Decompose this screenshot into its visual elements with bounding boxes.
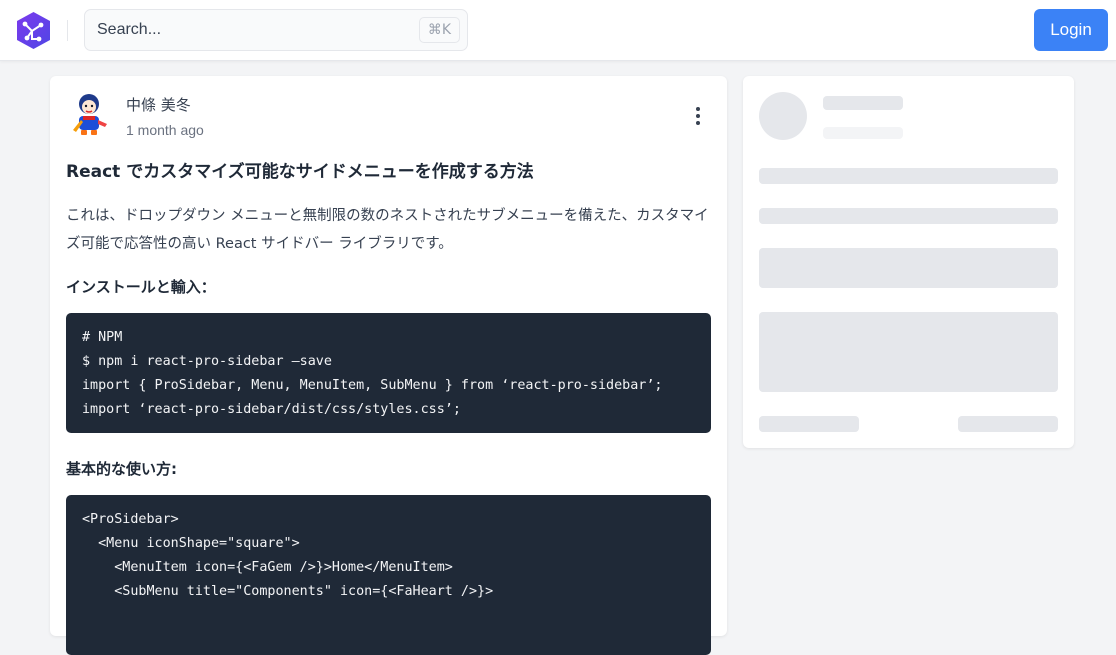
usage-heading: 基本的な使い方: (66, 460, 177, 478)
skeleton-block (759, 248, 1058, 288)
skeleton-block (759, 312, 1058, 392)
skeleton-line (958, 416, 1058, 432)
code-line: <ProSidebar> (82, 512, 179, 527)
search-input[interactable] (85, 10, 405, 50)
code-line: <SubMenu title="Components" icon={<FaHea… (82, 584, 494, 599)
dot (696, 114, 700, 118)
author-name[interactable]: 中條 美冬 (126, 94, 191, 115)
dot (696, 121, 700, 125)
post-title: React でカスタマイズ可能なサイドメニューを作成する方法 (66, 162, 534, 182)
usage-code-block: <ProSidebar> <Menu iconShape="square"> <… (66, 495, 711, 655)
skeleton-line (759, 168, 1058, 184)
skeleton-line (759, 208, 1058, 224)
code-line: <Menu iconShape="square"> (82, 536, 300, 551)
code-line: import { ProSidebar, Menu, MenuItem, Sub… (82, 378, 663, 393)
code-line: $ npm i react-pro-sidebar —save (82, 354, 332, 369)
keyboard-shortcut-hint: ⌘K (419, 17, 460, 43)
login-button[interactable]: Login (1034, 9, 1108, 51)
skeleton-line (823, 96, 903, 110)
install-heading: インストールと輸入： (66, 278, 216, 296)
code-line: <MenuItem icon={<FaGem />}>Home</MenuIte… (82, 560, 453, 575)
install-code-block: # NPM $ npm i react-pro-sidebar —save impo… (66, 313, 711, 433)
header-divider (67, 20, 68, 41)
top-navigation-bar: ⌘K Login (0, 0, 1116, 61)
post-timestamp: 1 month ago (126, 122, 204, 138)
more-vertical-icon[interactable] (688, 104, 708, 128)
post-card: 中條 美冬 1 month ago React でカスタマイズ可能なサイドメニュ… (50, 76, 727, 655)
search-box[interactable]: ⌘K (84, 9, 468, 51)
skeleton-avatar (759, 92, 807, 140)
post-intro: これは、ドロップダウン メニューと無制限の数のネストされたサブメニューを備えた、… (66, 208, 709, 252)
skeleton-line (759, 416, 859, 432)
dot (696, 107, 700, 111)
code-line: import ‘react-pro-sidebar/dist/css/style… (82, 402, 461, 417)
code-line: # NPM (82, 330, 123, 345)
skeleton-line (823, 127, 903, 139)
author-avatar[interactable] (65, 90, 113, 138)
hexagon-circuit-icon[interactable] (15, 11, 52, 50)
loading-skeleton-card (743, 76, 1074, 448)
